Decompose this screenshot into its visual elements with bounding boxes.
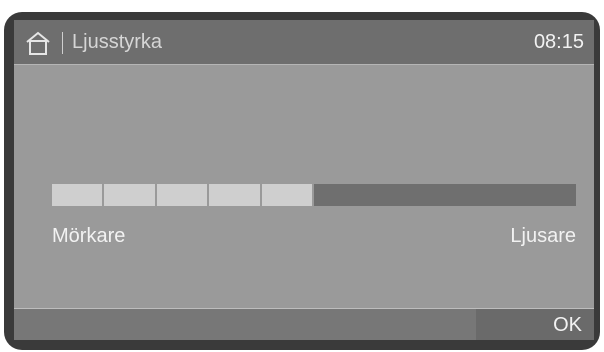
header-bar: Ljusstyrka 08:15 [14,20,594,65]
device-frame: Ljusstyrka 08:15 Mörkare Ljusare OK [4,12,600,350]
brightness-segment[interactable] [261,184,314,206]
footer-bar: OK [14,308,594,340]
page-title: Ljusstyrka [72,31,163,53]
brightness-segment[interactable] [313,184,367,206]
brightness-segment[interactable] [104,184,157,206]
brightness-segment[interactable] [523,184,576,206]
brightness-segment[interactable] [366,184,419,206]
display-screen: Ljusstyrka 08:15 Mörkare Ljusare OK [14,20,594,340]
brighter-label: Ljusare [510,225,576,247]
brightness-segment[interactable] [209,184,262,206]
brightness-segment[interactable] [52,184,105,206]
brightness-level-bar[interactable] [52,184,576,206]
brightness-segment[interactable] [471,184,524,206]
header-divider [62,32,63,54]
clock-time: 08:15 [533,31,584,53]
brightness-segment[interactable] [418,184,472,206]
home-icon [26,31,50,55]
darker-label: Mörkare [52,225,126,247]
brightness-segment[interactable] [156,184,210,206]
home-button[interactable] [24,30,52,56]
ok-button[interactable]: OK [476,309,594,340]
